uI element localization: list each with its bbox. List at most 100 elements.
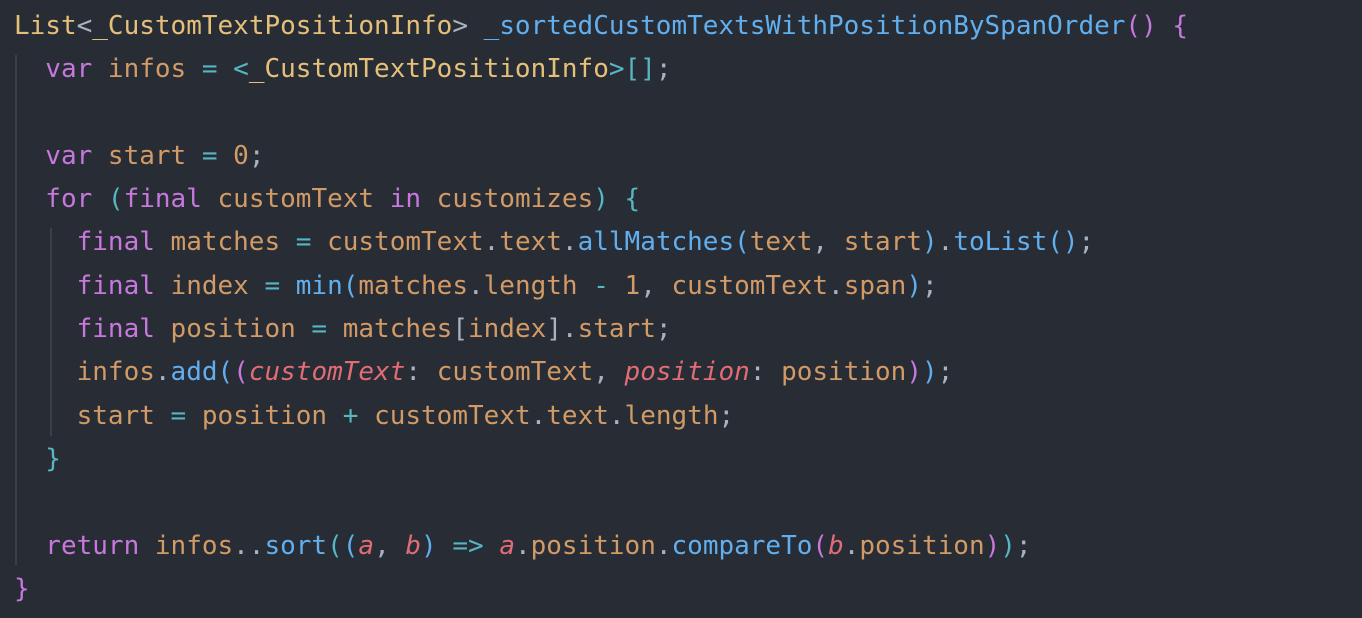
code-token: . bbox=[828, 270, 844, 301]
code-token: customText bbox=[436, 357, 594, 388]
code-token: [] bbox=[624, 54, 656, 85]
code-token: { bbox=[1156, 11, 1189, 41]
code-token: a bbox=[499, 530, 515, 561]
code-token: start bbox=[14, 400, 155, 431]
code-token: ) bbox=[906, 357, 922, 388]
code-line: List<_CustomTextPositionInfo> _sortedCus… bbox=[0, 5, 1362, 48]
code-token: span bbox=[843, 270, 907, 301]
code-token: ( bbox=[92, 184, 124, 215]
code-token: . bbox=[483, 227, 500, 258]
code-token: var bbox=[14, 140, 93, 171]
code-token: . bbox=[561, 227, 578, 258]
code-token: [ bbox=[452, 314, 468, 345]
code-token: : bbox=[749, 357, 782, 388]
code-token: customText bbox=[248, 357, 406, 388]
code-token: ; bbox=[248, 140, 265, 171]
code-token: = bbox=[186, 140, 234, 171]
code-token: a bbox=[358, 530, 375, 561]
code-line: final index = min(matches.length - 1, cu… bbox=[0, 265, 1362, 308]
code-token: . bbox=[655, 530, 672, 561]
code-line: infos.add((customText: customText, posit… bbox=[0, 351, 1362, 394]
code-token: ) bbox=[984, 530, 1001, 561]
code-token: = bbox=[295, 314, 343, 345]
code-token: 1 bbox=[624, 270, 641, 301]
code-token: infos bbox=[139, 530, 234, 561]
code-token: text bbox=[749, 227, 813, 258]
code-token: compareTo bbox=[671, 530, 813, 561]
code-token: - bbox=[577, 270, 625, 301]
code-token: customizes bbox=[421, 184, 594, 215]
code-token: ) bbox=[593, 184, 609, 215]
code-token: start bbox=[577, 314, 656, 345]
code-token: ) bbox=[922, 227, 938, 258]
code-line: final position = matches[index].start; bbox=[0, 308, 1362, 351]
code-token: . bbox=[514, 530, 531, 561]
code-token: { bbox=[608, 184, 641, 215]
code-token: , bbox=[593, 357, 625, 388]
code-token: position bbox=[624, 357, 750, 388]
code-token: final bbox=[14, 270, 155, 301]
code-line: start = position + customText.text.lengt… bbox=[0, 395, 1362, 438]
code-token: ; bbox=[1078, 227, 1095, 258]
code-token: b bbox=[828, 530, 844, 561]
code-token: b bbox=[405, 530, 422, 561]
code-token: ) bbox=[1000, 530, 1016, 561]
code-token: ( bbox=[233, 357, 249, 388]
code-token: matches bbox=[342, 314, 453, 345]
code-token: . bbox=[154, 357, 171, 388]
code-token: final bbox=[123, 184, 202, 215]
code-token: text bbox=[546, 400, 609, 431]
code-line: var start = 0; bbox=[0, 135, 1362, 178]
code-token: < bbox=[233, 54, 249, 85]
code-token: = bbox=[248, 270, 296, 301]
code-token: ( bbox=[734, 227, 750, 258]
code-token: > bbox=[608, 54, 625, 85]
code-token: index bbox=[154, 270, 249, 301]
code-token: ; bbox=[718, 400, 735, 431]
code-token: . bbox=[843, 530, 860, 561]
code-token: index bbox=[467, 314, 547, 345]
code-token: ( bbox=[342, 270, 359, 301]
code-token: ( bbox=[327, 530, 343, 561]
code-token: length bbox=[483, 270, 578, 301]
code-token: ( bbox=[812, 530, 829, 561]
code-token: , bbox=[640, 270, 672, 301]
code-token: matches bbox=[154, 227, 281, 258]
code-token: length bbox=[624, 400, 719, 431]
code-token: in bbox=[374, 184, 422, 215]
code-token: ) bbox=[421, 530, 437, 561]
code-token: ) bbox=[906, 270, 922, 301]
code-token: infos bbox=[92, 54, 187, 85]
code-token: = bbox=[154, 400, 202, 431]
code-token: () bbox=[1047, 227, 1079, 258]
code-token: for bbox=[14, 184, 93, 215]
code-token: final bbox=[14, 314, 155, 345]
code-line: } bbox=[0, 568, 1362, 611]
code-token: List bbox=[14, 11, 77, 41]
code-token: + bbox=[327, 400, 375, 431]
code-token: ; bbox=[937, 357, 954, 388]
code-token: _sortedCustomTextsWithPositionBySpanOrde… bbox=[483, 11, 1126, 41]
code-token: start bbox=[92, 140, 187, 171]
code-token: final bbox=[14, 227, 155, 258]
code-token: _CustomTextPositionInfo bbox=[92, 11, 453, 41]
code-token: customText bbox=[201, 184, 375, 215]
code-token: ( bbox=[342, 530, 359, 561]
code-token: start bbox=[843, 227, 922, 258]
code-token: infos bbox=[14, 357, 155, 388]
code-token: , bbox=[812, 227, 844, 258]
code-token: position bbox=[154, 314, 296, 345]
code-token: . bbox=[608, 400, 625, 431]
code-token: } bbox=[14, 443, 61, 474]
code-token: . bbox=[467, 270, 484, 301]
code-editor[interactable]: List < _CustomTextPositionInfo > _sortedCus… bbox=[0, 0, 1362, 618]
code-token: ( bbox=[217, 357, 234, 388]
code-token: ; bbox=[655, 314, 672, 345]
code-token: , bbox=[374, 530, 406, 561]
code-token: position bbox=[859, 530, 985, 561]
code-token: = bbox=[186, 54, 234, 85]
code-token: ; bbox=[655, 54, 672, 85]
code-token: var bbox=[14, 54, 93, 85]
